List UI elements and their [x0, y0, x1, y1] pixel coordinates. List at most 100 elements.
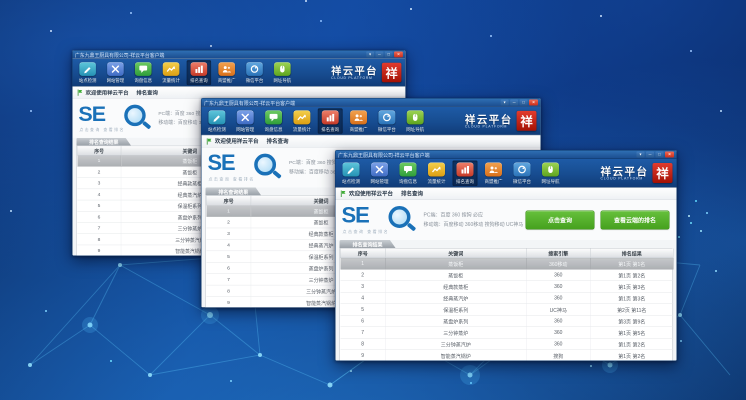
toolbar-item-inquiry-info[interactable]: 询盘信息: [396, 160, 421, 186]
table-cell: 三分钟蒸汽炉: [385, 338, 526, 350]
toolbar-item-label: 流量统计: [427, 178, 445, 185]
main-toolbar: 站点检测 网站管理 询盘信息 流量统计: [201, 107, 540, 135]
toolbar-item-site-manage[interactable]: 网站管理: [103, 60, 127, 85]
table-cell: 智能蒸汽锅炉: [385, 350, 526, 361]
window-title: 广东九鼎王厨具有限公司-祥云平台客户端: [338, 151, 637, 159]
toolbar-item-label: 排名查询: [321, 126, 339, 132]
toolbar-item-alliance-promo[interactable]: 商盟推广: [346, 108, 371, 133]
toolbar-item-label: 网址导航: [406, 126, 424, 132]
table-cell: 5: [206, 251, 251, 262]
toolbar-item-ranking-query[interactable]: 排名查询: [453, 160, 478, 186]
seo-query-panel: SE 点击查询 查看排名 PC端：百度 360 搜狗 必应 移动端：百度移动 3…: [336, 200, 677, 240]
toolbar-item-site-check[interactable]: 站点检测: [204, 108, 229, 133]
window-titlebar[interactable]: 广东九鼎王厨具有限公司-祥云平台客户端 ▾ ─ □ ✕: [72, 50, 405, 58]
chat-bubble-icon: [135, 62, 152, 76]
magnifier-handle: [142, 121, 151, 130]
toolbar-item-site-check[interactable]: 站点检测: [75, 60, 99, 85]
app-window: 广东九鼎王厨具有限公司-祥云平台客户端 ▾ ─ □ ✕ 站点检测 网站管理: [335, 150, 677, 361]
minimize-button[interactable]: ─: [646, 152, 654, 158]
breadcrumb-page: 排名查询: [136, 89, 157, 97]
menu-arrow-button[interactable]: ▾: [637, 152, 645, 158]
maximize-button[interactable]: □: [520, 99, 528, 105]
bar-chart-icon: [191, 62, 208, 76]
toolbar-item-site-manage[interactable]: 网站管理: [367, 160, 392, 186]
table-row[interactable]: 8三分钟蒸汽炉360第1页 第2名: [340, 338, 673, 350]
tab-ranking-results[interactable]: 排名查询结果: [76, 138, 131, 146]
maximize-button[interactable]: □: [656, 152, 664, 158]
table-row[interactable]: 1蒸饭柜360移动第1页 第1名: [340, 258, 673, 270]
brand-subtitle: CLOUD PLATFORM: [331, 76, 378, 79]
table-row[interactable]: 6蒸盘炉系列360第3页 第9名: [340, 315, 673, 327]
table-cell: 第1页 第2名: [590, 338, 673, 350]
table-cell: 6: [77, 211, 121, 222]
main-toolbar: 站点检测 网站管理 询盘信息 流量统计: [72, 59, 405, 87]
table-cell: 4: [340, 292, 385, 304]
brand-block: 祥云平台 CLOUD PLATFORM 祥: [465, 111, 538, 131]
toolbar-item-inquiry-info[interactable]: 询盘信息: [261, 108, 286, 133]
window-titlebar[interactable]: 广东九鼎王厨具有限公司-祥云平台客户端 ▾ ─ □ ✕: [336, 151, 677, 160]
window-controls: ▾ ─ □ ✕: [366, 51, 403, 57]
table-cell: 4: [77, 189, 121, 200]
minimize-button[interactable]: ─: [376, 51, 384, 57]
table-cell: 8: [340, 338, 385, 350]
toolbar-item-ranking-query[interactable]: 排名查询: [187, 60, 211, 85]
tab-ranking-results[interactable]: 排名查询结果: [340, 240, 396, 248]
table-cell: 蒸饭柜: [385, 258, 526, 270]
toolbar-item-label: 网址导航: [541, 178, 559, 185]
breadcrumb-welcome: 欢迎使用祥云平台: [215, 137, 259, 145]
menu-arrow-button[interactable]: ▾: [501, 99, 509, 105]
table-cell: 6: [340, 315, 385, 327]
toolbar-item-site-nav[interactable]: 网址导航: [270, 60, 294, 85]
table-row[interactable]: 5保温柜系列UC神马第2页 第11名: [340, 304, 673, 316]
breadcrumb-welcome: 欢迎使用祥云平台: [86, 89, 129, 97]
table-cell: 经典蒸汽炉: [385, 292, 526, 304]
view-cloud-ranking-button[interactable]: 查看云端的排名: [601, 211, 670, 230]
column-header-ranking: 排名结果: [590, 249, 673, 258]
toolbar-item-traffic-stats[interactable]: 流量统计: [289, 108, 314, 133]
table-cell: 蒸盘炉系列: [385, 315, 526, 327]
compass-icon: [378, 110, 395, 124]
close-button[interactable]: ✕: [665, 152, 674, 158]
toolbar-item-wechat-platform[interactable]: 微信平台: [510, 160, 535, 186]
close-button[interactable]: ✕: [529, 99, 538, 105]
table-row[interactable]: 2蒸饭柜360第1页 第2名: [340, 269, 673, 281]
table-cell: 360: [526, 315, 590, 327]
results-table: 序号 关键词 搜索引擎 排名结果 1蒸饭柜360移动第1页 第1名2蒸饭柜360…: [340, 248, 673, 361]
query-button[interactable]: 点击查询: [526, 211, 595, 230]
toolbar-item-alliance-promo[interactable]: 商盟推广: [481, 160, 506, 186]
window-titlebar[interactable]: 广东九鼎王厨具有限公司-祥云平台客户端 ▾ ─ □ ✕: [201, 98, 540, 106]
minimize-button[interactable]: ─: [510, 99, 518, 105]
menu-arrow-button[interactable]: ▾: [366, 51, 374, 57]
toolbar-item-inquiry-info[interactable]: 询盘信息: [131, 60, 155, 85]
toolbar-item-site-nav[interactable]: 网址导航: [403, 108, 428, 133]
table-row[interactable]: 9智能蒸汽锅炉搜狗第1页 第2名: [340, 350, 673, 361]
window-title: 广东九鼎王厨具有限公司-祥云平台客户端: [204, 99, 501, 106]
table-cell: 360: [526, 281, 590, 293]
table-row[interactable]: 3经典款蒸柜360第1页 第3名: [340, 281, 673, 293]
table-row[interactable]: 7三分钟蒸炉360第1页 第5名: [340, 327, 673, 339]
toolbar-item-wechat-platform[interactable]: 微信平台: [374, 108, 399, 133]
table-cell: 1: [77, 155, 121, 166]
toolbar-item-site-nav[interactable]: 网址导航: [538, 160, 563, 186]
line-chart-icon: [293, 110, 310, 124]
line-chart-icon: [428, 162, 445, 176]
table-cell: 保温柜系列: [385, 304, 526, 316]
toolbar-item-site-check[interactable]: 站点检测: [339, 160, 364, 186]
toolbar-item-traffic-stats[interactable]: 流量统计: [159, 60, 183, 85]
toolbar-item-wechat-platform[interactable]: 微信平台: [242, 60, 266, 85]
toolbar-item-label: 流量统计: [293, 126, 311, 132]
table-row[interactable]: 4经典蒸汽炉360第1页 第3名: [340, 292, 673, 304]
toolbar-item-site-manage[interactable]: 网站管理: [233, 108, 258, 133]
close-button[interactable]: ✕: [394, 51, 403, 57]
tools-icon: [107, 62, 124, 76]
toolbar-item-ranking-query[interactable]: 排名查询: [318, 108, 343, 133]
seo-logo: SE 点击查询 查看排名: [341, 203, 416, 237]
toolbar-item-traffic-stats[interactable]: 流量统计: [424, 160, 449, 186]
table-cell: 9: [206, 297, 251, 308]
flag-icon: [77, 89, 82, 95]
toolbar-item-alliance-promo[interactable]: 商盟推广: [214, 60, 238, 85]
maximize-button[interactable]: □: [385, 51, 393, 57]
line-chart-icon: [163, 62, 180, 76]
tab-ranking-results[interactable]: 排名查询结果: [205, 187, 261, 195]
table-cell: 1: [340, 258, 385, 270]
